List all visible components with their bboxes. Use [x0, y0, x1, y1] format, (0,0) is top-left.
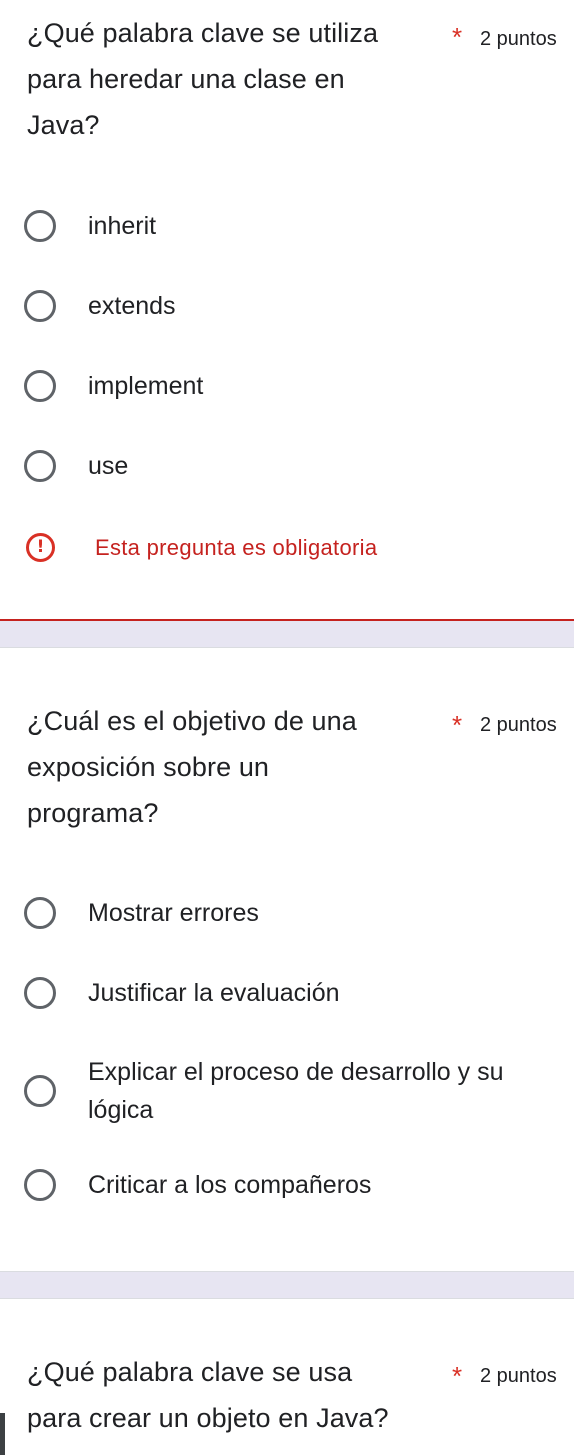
points-label: 2 puntos	[480, 714, 557, 736]
question-card-1: ¿Qué palabra clave se utiliza para hered…	[0, 0, 574, 621]
required-asterisk: *	[452, 22, 463, 52]
question-card-2: ¿Cuál es el objetivo de una exposición s…	[0, 647, 574, 1272]
radio-unchecked-icon[interactable]	[24, 370, 56, 402]
question-title: ¿Qué palabra clave se usa para crear un …	[27, 1349, 467, 1441]
option-criticar-companeros[interactable]: Criticar a los compañeros	[24, 1166, 564, 1204]
question-title-line: exposición sobre un	[27, 752, 270, 782]
points-label: 2 puntos	[480, 28, 557, 50]
points-label: 2 puntos	[480, 1365, 557, 1387]
option-inherit[interactable]: inherit	[24, 207, 564, 245]
error-circle-icon: !	[26, 533, 55, 562]
radio-unchecked-icon[interactable]	[24, 1075, 56, 1107]
option-label: extends	[88, 292, 176, 320]
option-mostrar-errores[interactable]: Mostrar errores	[24, 894, 564, 932]
option-use[interactable]: use	[24, 447, 564, 485]
validation-error: ! Esta pregunta es obligatoria	[26, 533, 377, 562]
question-title-line: ¿Cuál es el objetivo de una	[27, 706, 357, 736]
option-extends[interactable]: extends	[24, 287, 564, 325]
radio-unchecked-icon[interactable]	[24, 977, 56, 1009]
question-title-line: ¿Qué palabra clave se utiliza	[27, 18, 379, 48]
option-label: implement	[88, 372, 204, 400]
radio-unchecked-icon[interactable]	[24, 897, 56, 929]
option-label: use	[88, 452, 129, 480]
option-implement[interactable]: implement	[24, 367, 564, 405]
radio-unchecked-icon[interactable]	[24, 210, 56, 242]
error-message: Esta pregunta es obligatoria	[95, 534, 378, 560]
question-title-line: para crear un objeto en Java?	[27, 1403, 389, 1433]
question-title-line: para heredar una clase en	[27, 64, 345, 94]
question-title: ¿Cuál es el objetivo de una exposición s…	[27, 698, 432, 836]
question-title-line: Java?	[27, 110, 100, 140]
option-label: Explicar el proceso de desarrollo y su l…	[88, 1058, 504, 1124]
option-label: Criticar a los compañeros	[88, 1171, 372, 1199]
question-title-line: programa?	[27, 798, 159, 828]
option-label: Justificar la evaluación	[88, 979, 340, 1007]
option-justificar-evaluacion[interactable]: Justificar la evaluación	[24, 974, 564, 1012]
radio-unchecked-icon[interactable]	[24, 1169, 56, 1201]
radio-unchecked-icon[interactable]	[24, 450, 56, 482]
question-title: ¿Qué palabra clave se utiliza para hered…	[27, 10, 432, 148]
option-label: Mostrar errores	[88, 899, 259, 927]
radio-unchecked-icon[interactable]	[24, 290, 56, 322]
required-asterisk: *	[452, 710, 463, 740]
question-title-line: ¿Qué palabra clave se usa	[27, 1357, 353, 1387]
required-asterisk: *	[452, 1361, 463, 1391]
option-label: inherit	[88, 212, 157, 240]
option-explicar-proceso[interactable]: Explicar el proceso de desarrollo y su l…	[24, 1053, 564, 1129]
scroll-marker	[0, 1413, 5, 1455]
question-card-3: ¿Qué palabra clave se usa para crear un …	[0, 1298, 574, 1455]
